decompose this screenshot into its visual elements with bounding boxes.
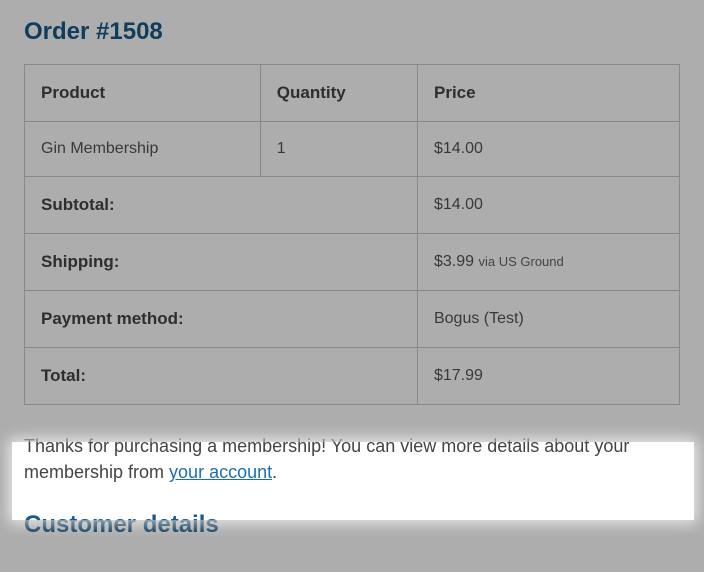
table-row: Subtotal: $14.00	[25, 177, 680, 234]
col-quantity: Quantity	[260, 65, 417, 122]
payment-label: Payment method:	[25, 291, 418, 348]
col-price: Price	[417, 65, 679, 122]
line-item-name: Gin Membership	[25, 122, 261, 177]
line-item-price: $14.00	[417, 122, 679, 177]
thanks-text-pre: Thanks for purchasing a membership! You …	[24, 436, 629, 482]
payment-value: Bogus (Test)	[417, 291, 679, 348]
customer-details-heading: Customer details	[24, 511, 680, 539]
total-label: Total:	[25, 348, 418, 405]
shipping-label: Shipping:	[25, 234, 418, 291]
col-product: Product	[25, 65, 261, 122]
shipping-amount: $3.99	[434, 253, 474, 270]
shipping-method: via US Ground	[478, 254, 563, 269]
table-row: Gin Membership 1 $14.00	[25, 122, 680, 177]
your-account-link[interactable]: your account	[169, 462, 272, 482]
subtotal-value: $14.00	[417, 177, 679, 234]
line-item-qty: 1	[260, 122, 417, 177]
order-details-table: Product Quantity Price Gin Membership 1 …	[24, 64, 680, 405]
membership-thanks-message: Thanks for purchasing a membership! You …	[24, 431, 680, 487]
table-row: Shipping: $3.99 via US Ground	[25, 234, 680, 291]
table-row: Payment method: Bogus (Test)	[25, 291, 680, 348]
table-row: Total: $17.99	[25, 348, 680, 405]
order-heading: Order #1508	[24, 18, 680, 46]
shipping-value: $3.99 via US Ground	[417, 234, 679, 291]
total-value: $17.99	[417, 348, 679, 405]
subtotal-label: Subtotal:	[25, 177, 418, 234]
thanks-text-post: .	[272, 462, 277, 482]
